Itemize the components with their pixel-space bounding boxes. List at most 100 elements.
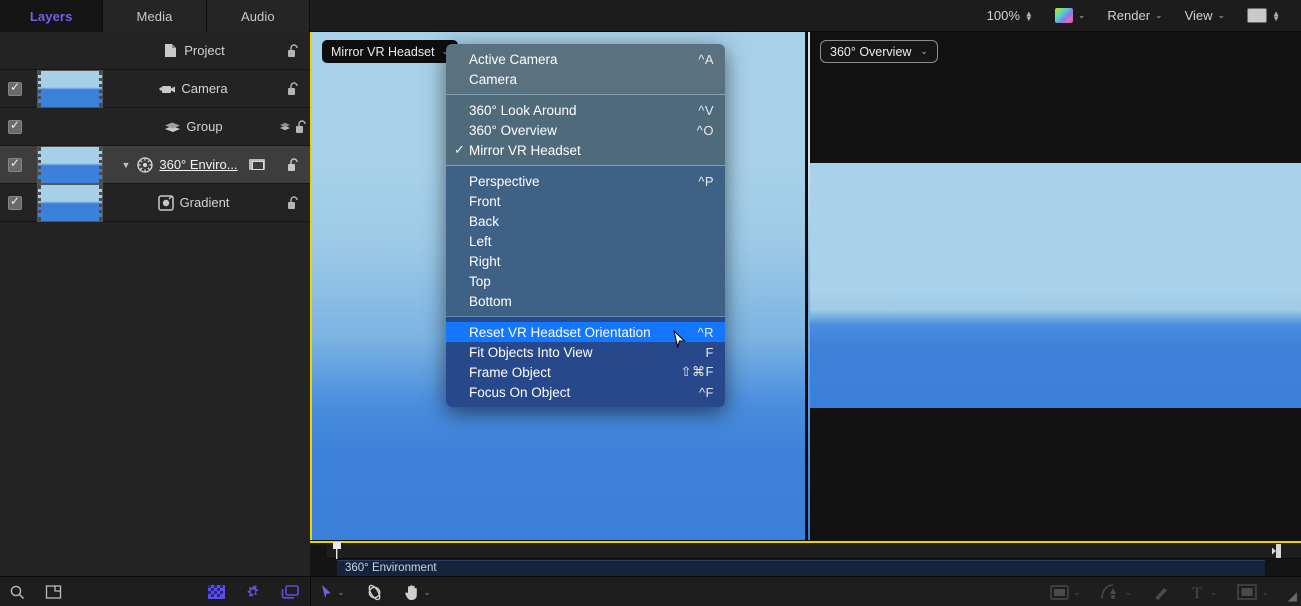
layer-label: Camera <box>181 81 228 96</box>
menu-item-shortcut: ^F <box>698 384 714 400</box>
chevron-down-icon[interactable]: ⌄ <box>337 587 345 598</box>
menu-item-frame-object[interactable]: Frame Object ⇧⌘F <box>446 362 725 382</box>
camera-visibility-checkbox[interactable] <box>0 80 30 96</box>
menu-item-mirror-vr-headset[interactable]: ✓ Mirror VR Headset <box>446 140 725 160</box>
menu-item-label: Left <box>469 233 492 249</box>
chevron-down-icon[interactable]: ⌄ <box>424 587 432 598</box>
chevron-down-icon[interactable]: ⌄ <box>1124 587 1132 598</box>
layer-row-360-environment[interactable]: ▼ 360° Enviro... <box>0 145 310 184</box>
viewport-right-render[interactable] <box>810 163 1301 408</box>
tab-layers[interactable]: Layers <box>0 0 104 32</box>
menu-item-front[interactable]: Front <box>446 191 725 211</box>
chevron-down-icon[interactable]: ⌄ <box>1073 587 1081 598</box>
menu-item-top[interactable]: Top <box>446 271 725 291</box>
view-menu[interactable]: View ⌄ <box>1174 0 1237 32</box>
color-swatch-icon <box>1054 8 1073 23</box>
gradient-thumbnail <box>30 183 110 222</box>
menu-item-360-overview[interactable]: 360° Overview ^O <box>446 120 725 140</box>
layer-row-project[interactable]: Project <box>0 32 310 70</box>
orbit-icon[interactable] <box>355 577 394 606</box>
text-tool-icon[interactable]: T ⌄ <box>1180 577 1228 606</box>
group-visibility-checkbox[interactable] <box>0 118 30 134</box>
lock-cell[interactable] <box>276 157 310 172</box>
tab-audio-label: Audio <box>240 8 275 24</box>
environment-badge-icon[interactable] <box>248 159 265 170</box>
render-menu[interactable]: Render ⌄ <box>1096 0 1173 32</box>
timeline-clip[interactable]: 360° Environment <box>337 560 1265 576</box>
checkerboard-icon[interactable] <box>198 577 235 606</box>
menu-item-bottom[interactable]: Bottom <box>446 291 725 311</box>
lock-cell[interactable] <box>276 43 310 58</box>
camera-view-context-menu[interactable]: Active Camera ^A Camera 360° Look Around… <box>446 44 725 407</box>
lock-cell[interactable] <box>276 81 310 96</box>
checkbox[interactable] <box>8 194 22 210</box>
menu-item-right[interactable]: Right <box>446 251 725 271</box>
mask-tool-icon[interactable]: ⌄ <box>1227 577 1279 606</box>
menu-item-focus-on-object[interactable]: Focus On Object ^F <box>446 382 725 402</box>
thumbnail-image <box>37 183 103 222</box>
select-arrow-icon[interactable]: ⌄ <box>311 577 355 606</box>
chevron-down-icon[interactable]: ⌄ <box>1210 587 1218 598</box>
tab-media[interactable]: Media <box>103 0 207 32</box>
rect-shape-icon[interactable]: ⌄ <box>1040 577 1091 606</box>
layer-row-camera[interactable]: Camera <box>0 69 310 108</box>
layer-row-group[interactable]: Group <box>0 108 310 146</box>
layer-label: Group <box>186 119 223 134</box>
chevron-down-icon[interactable]: ⌄ <box>1261 587 1269 598</box>
bezier-pen-icon[interactable]: ⌄ <box>1090 577 1142 606</box>
environment-visibility-checkbox[interactable] <box>0 156 30 172</box>
view-menu-label: View <box>1184 8 1213 23</box>
checkbox[interactable] <box>8 118 22 134</box>
chevron-down-icon: ⌄ <box>920 46 928 56</box>
layer-label: Project <box>184 43 225 58</box>
lock-cell[interactable] <box>276 119 310 134</box>
playhead[interactable] <box>333 542 342 559</box>
menu-item-shortcut: ^A <box>698 51 714 67</box>
tab-audio[interactable]: Audio <box>206 0 310 32</box>
layers-stack-icon[interactable] <box>271 577 310 606</box>
out-point-marker[interactable] <box>1272 544 1282 558</box>
menu-item-left[interactable]: Left <box>446 231 725 251</box>
crop-icon[interactable] <box>35 577 73 606</box>
chevron-down-icon[interactable]: ⌄ <box>1078 10 1086 21</box>
search-icon[interactable] <box>0 577 35 606</box>
menu-item-camera[interactable]: Camera <box>446 69 725 89</box>
resize-grip-icon[interactable]: ◢ <box>1288 589 1297 603</box>
pan-hand-icon[interactable]: ⌄ <box>394 577 442 606</box>
mini-timeline[interactable]: 360° Environment <box>310 541 1301 576</box>
viewport-right-camera-label: 360° Overview <box>830 44 912 59</box>
canvas-toolbar: 100% ▲ ▼ ⌄ Render ⌄ View ⌄ ▲ ▼ <box>310 0 1301 32</box>
paint-stroke-icon[interactable] <box>1142 577 1180 606</box>
stepper-icon[interactable]: ▲ ▼ <box>1025 9 1033 22</box>
timeline-track[interactable]: 360° Environment <box>310 560 1301 576</box>
layer-name-cell: Group <box>110 118 276 136</box>
menu-section-orthographic-views: Perspective ^P Front Back Left Right Top <box>446 166 725 316</box>
unlock-icon <box>295 119 306 133</box>
disclosure-triangle-icon[interactable]: ▼ <box>121 160 130 170</box>
menu-item-label: Front <box>469 193 501 209</box>
menu-item-active-camera[interactable]: Active Camera ^A <box>446 49 725 69</box>
lock-cell[interactable] <box>276 195 310 210</box>
menu-item-perspective[interactable]: Perspective ^P <box>446 171 725 191</box>
menu-item-back[interactable]: Back <box>446 211 725 231</box>
timeline-ruler[interactable] <box>310 543 1301 559</box>
checkbox[interactable] <box>8 80 22 96</box>
checkbox[interactable] <box>8 156 22 172</box>
layers-panel: Layers Media Audio Project ✓ Camera ✓ Gr… <box>0 0 310 576</box>
viewport-right[interactable]: 360° Overview ⌄ <box>807 32 1301 541</box>
menu-item-label: 360° Look Around <box>469 102 577 118</box>
zoom-level-control[interactable]: 100% ▲ ▼ <box>976 0 1044 32</box>
color-swatch-control[interactable]: ⌄ <box>1044 0 1097 32</box>
menu-item-360-look-around[interactable]: 360° Look Around ^V <box>446 100 725 120</box>
svg-text:T: T <box>1192 585 1202 601</box>
motion-app-window: Layers Media Audio Project ✓ Camera ✓ Gr… <box>0 0 1301 606</box>
viewport-right-camera-popup[interactable]: 360° Overview ⌄ <box>820 40 938 63</box>
gradient-visibility-checkbox[interactable] <box>0 194 30 210</box>
layer-row-gradient[interactable]: Gradient <box>0 183 310 222</box>
viewport-layout-control[interactable]: ▲ ▼ <box>1236 0 1291 32</box>
viewport-left-camera-label: Mirror VR Headset <box>331 44 435 59</box>
viewport-left-camera-popup[interactable]: Mirror VR Headset ⌄ <box>322 40 459 63</box>
sphere-icon <box>136 156 154 174</box>
stepper-icon[interactable]: ▲ ▼ <box>1272 9 1280 22</box>
gear-icon[interactable] <box>235 577 271 606</box>
